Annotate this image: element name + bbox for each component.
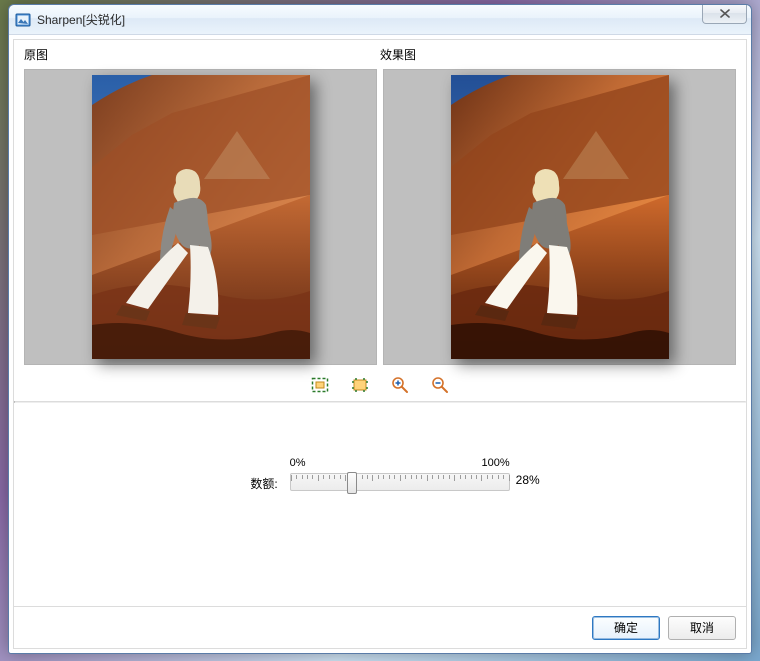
client-area: 原图 效果图 bbox=[13, 39, 747, 649]
close-icon bbox=[720, 7, 730, 21]
fit-to-window-button[interactable] bbox=[311, 377, 329, 395]
zoom-in-icon bbox=[391, 376, 409, 397]
original-preview-pane[interactable] bbox=[24, 69, 377, 365]
result-image bbox=[451, 75, 669, 359]
app-icon bbox=[15, 12, 31, 28]
controls-section: 数额: 0% 100% 28% bbox=[14, 403, 746, 606]
result-preview-pane[interactable] bbox=[383, 69, 736, 365]
preview-section: 原图 效果图 bbox=[14, 40, 746, 365]
slider-min-label: 0% bbox=[290, 457, 306, 469]
amount-slider[interactable] bbox=[290, 473, 510, 491]
sharpen-dialog: Sharpen[尖锐化] 原图 效果图 bbox=[8, 4, 752, 654]
preview-toolbar bbox=[14, 371, 746, 401]
ok-button[interactable]: 确定 bbox=[592, 616, 660, 640]
slider-max-label: 100% bbox=[482, 457, 510, 469]
actual-size-button[interactable] bbox=[351, 377, 369, 395]
zoom-out-button[interactable] bbox=[431, 377, 449, 395]
actual-size-icon bbox=[351, 377, 369, 396]
dialog-button-bar: 确定 取消 bbox=[14, 606, 746, 648]
fit-to-window-icon bbox=[311, 377, 329, 396]
amount-label: 数额: bbox=[250, 457, 277, 492]
original-label: 原图 bbox=[24, 46, 380, 63]
zoom-out-icon bbox=[431, 376, 449, 397]
window-title: Sharpen[尖锐化] bbox=[37, 11, 125, 28]
result-label: 效果图 bbox=[380, 46, 416, 63]
slider-value-label: 28% bbox=[516, 473, 540, 487]
cancel-button[interactable]: 取消 bbox=[668, 616, 736, 640]
slider-thumb[interactable] bbox=[347, 472, 357, 494]
original-image bbox=[92, 75, 310, 359]
close-button[interactable] bbox=[702, 5, 747, 24]
zoom-in-button[interactable] bbox=[391, 377, 409, 395]
titlebar: Sharpen[尖锐化] bbox=[9, 5, 751, 35]
